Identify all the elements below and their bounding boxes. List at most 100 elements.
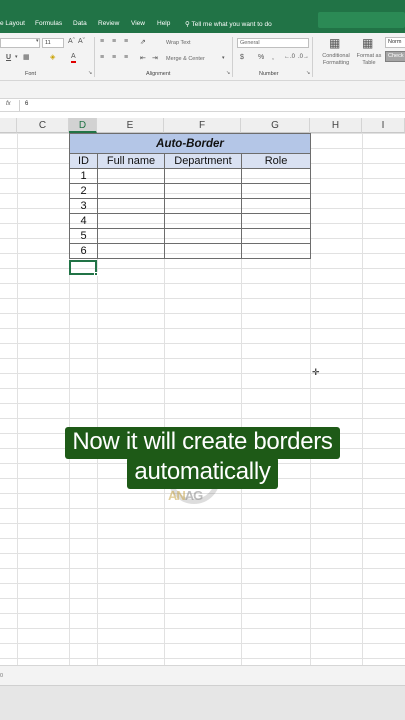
cell-role[interactable] [241, 198, 311, 214]
cell-full-name[interactable] [97, 198, 165, 214]
percent-icon[interactable]: % [258, 54, 264, 61]
number-format-box[interactable]: General [237, 38, 309, 48]
formula-value[interactable]: 6 [25, 101, 28, 107]
caption-line-2: automatically [127, 457, 278, 489]
active-cell-selection[interactable] [69, 260, 97, 275]
sheet-tab-bar[interactable]: 0 [0, 665, 405, 685]
style-check-cell[interactable]: Check [385, 51, 405, 62]
tell-me-box[interactable]: ⚲ Tell me what you want to do [185, 20, 272, 28]
cell-id[interactable]: 4 [69, 213, 98, 229]
cell-role[interactable] [241, 213, 311, 229]
cell-full-name[interactable] [97, 213, 165, 229]
tab-formulas[interactable]: Formulas [35, 20, 62, 27]
fx-icon[interactable]: fx [6, 101, 11, 107]
ribbon-separator [232, 37, 233, 77]
cell-department[interactable] [164, 213, 242, 229]
cell-id[interactable]: 5 [69, 228, 98, 244]
font-color-icon[interactable]: A [71, 53, 76, 63]
align-right-icon[interactable]: ≡ [124, 54, 128, 61]
orientation-icon[interactable]: ⇗ [140, 38, 146, 46]
merge-center-button[interactable]: Merge & Center [166, 56, 205, 62]
cell-id[interactable]: 2 [69, 183, 98, 199]
grid-line [17, 133, 18, 665]
cell-role[interactable] [241, 183, 311, 199]
increase-font-icon[interactable]: Aˆ [68, 38, 75, 45]
lightbulb-icon: ⚲ [185, 21, 190, 28]
cell-role[interactable] [241, 228, 311, 244]
cell-full-name[interactable] [97, 183, 165, 199]
cell-department[interactable] [164, 168, 242, 184]
formula-bar[interactable]: fx 6 [0, 98, 405, 112]
align-top-icon[interactable]: ≡ [100, 38, 104, 45]
outdent-icon[interactable]: ⇥ [152, 54, 158, 62]
align-bottom-icon[interactable]: ≡ [124, 38, 128, 45]
fill-color-icon[interactable]: ◈ [50, 53, 55, 61]
table-row: 3 [69, 198, 311, 214]
column-header-f[interactable]: F [164, 118, 241, 133]
menu-bar: e Layout Formulas Data Review View Help … [0, 0, 405, 33]
header-id[interactable]: ID [69, 153, 98, 169]
underline-icon[interactable]: U [6, 54, 11, 61]
wrap-text-button[interactable]: Wrap Text [166, 40, 191, 46]
fill-handle[interactable] [94, 272, 98, 276]
cell-full-name[interactable] [97, 228, 165, 244]
tab-page-layout[interactable]: e Layout [0, 20, 25, 27]
cell-department[interactable] [164, 243, 242, 259]
header-department[interactable]: Department [164, 153, 242, 169]
indent-icon[interactable]: ⇤ [140, 54, 146, 62]
tab-view[interactable]: View [131, 20, 145, 27]
dialog-launcher-icon[interactable]: ↘ [306, 70, 310, 76]
cell-full-name[interactable] [97, 243, 165, 259]
tab-help[interactable]: Help [157, 20, 170, 27]
header-full-name[interactable]: Full name [97, 153, 165, 169]
dialog-launcher-icon[interactable]: ↘ [226, 70, 230, 76]
column-header-h[interactable]: H [310, 118, 362, 133]
cell-department[interactable] [164, 228, 242, 244]
cell-id[interactable]: 3 [69, 198, 98, 214]
cell-role[interactable] [241, 243, 311, 259]
sheet-bar-text: 0 [0, 673, 4, 679]
decrease-font-icon[interactable]: Aˇ [78, 38, 85, 45]
comma-icon[interactable]: , [272, 54, 274, 61]
table-row: 2 [69, 183, 311, 199]
font-name-box[interactable] [0, 38, 40, 48]
tab-review[interactable]: Review [98, 20, 119, 27]
font-size-box[interactable]: 11 [42, 38, 64, 48]
format-as-table-icon[interactable]: ▦ [362, 36, 373, 50]
conditional-formatting-icon[interactable]: ▦ [329, 36, 340, 50]
column-header-i[interactable]: I [362, 118, 405, 133]
column-header-c[interactable]: C [17, 118, 69, 133]
decrease-decimal-icon[interactable]: .0→ [298, 54, 309, 60]
title-search-box[interactable] [318, 12, 405, 28]
cell-role[interactable] [241, 168, 311, 184]
conditional-formatting-button[interactable]: Conditional Formatting [317, 53, 355, 67]
column-header-d[interactable]: D [69, 118, 97, 133]
chevron-down-icon[interactable]: ▾ [36, 38, 39, 44]
table-title[interactable]: Auto-Border [69, 133, 311, 154]
tab-data[interactable]: Data [73, 20, 87, 27]
column-header-e[interactable]: E [97, 118, 164, 133]
align-left-icon[interactable]: ≡ [100, 54, 104, 61]
chevron-down-icon[interactable]: ▾ [15, 54, 18, 60]
border-icon[interactable]: ▦ [23, 53, 30, 61]
header-role[interactable]: Role [241, 153, 311, 169]
format-as-table-button[interactable]: Format as Table [354, 53, 384, 67]
currency-icon[interactable]: $ [240, 54, 244, 61]
align-middle-icon[interactable]: ≡ [112, 38, 116, 45]
cell-id[interactable]: 1 [69, 168, 98, 184]
cell-department[interactable] [164, 198, 242, 214]
column-header-g[interactable]: G [241, 118, 310, 133]
cell-department[interactable] [164, 183, 242, 199]
dialog-launcher-icon[interactable]: ↘ [88, 70, 92, 76]
cell-id[interactable]: 6 [69, 243, 98, 259]
cell-full-name[interactable] [97, 168, 165, 184]
column-header-b[interactable] [0, 118, 17, 133]
style-normal[interactable]: Norm [385, 37, 405, 48]
tell-me-label: Tell me what you want to do [191, 21, 272, 28]
increase-decimal-icon[interactable]: ←.0 [284, 54, 295, 60]
chevron-down-icon[interactable]: ▾ [222, 55, 225, 61]
ribbon-separator [312, 37, 313, 77]
align-center-icon[interactable]: ≡ [112, 54, 116, 61]
ribbon: ▾ 11 Aˆ Aˇ U ▾ ▦ ◈ A Font ↘ ≡ ≡ ≡ ⇗ Wrap… [0, 33, 405, 81]
font-size-value: 11 [45, 40, 51, 46]
